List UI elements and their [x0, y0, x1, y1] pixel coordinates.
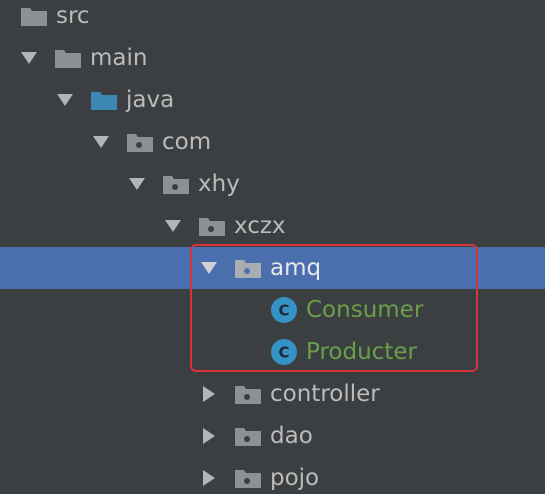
- tree-item-label: com: [162, 129, 212, 155]
- tree-row-consumer[interactable]: C Consumer: [0, 289, 545, 331]
- folder-icon: [54, 37, 82, 79]
- tree-row-producter[interactable]: C Producter: [0, 331, 545, 373]
- class-icon-letter: C: [278, 302, 289, 320]
- tree-item-label: amq: [270, 255, 322, 281]
- package-icon: [234, 457, 262, 494]
- tree-row-dao[interactable]: dao: [0, 415, 545, 457]
- collapsed-arrow-icon[interactable]: [198, 457, 220, 494]
- package-icon: [234, 247, 262, 289]
- expanded-arrow-icon[interactable]: [198, 247, 220, 289]
- folder-icon: [20, 0, 48, 37]
- package-icon: [198, 205, 226, 247]
- tree-row-java[interactable]: java: [0, 79, 545, 121]
- expanded-arrow-icon[interactable]: [162, 205, 184, 247]
- tree-item-label: java: [126, 87, 175, 113]
- tree-row-xhy[interactable]: xhy: [0, 163, 545, 205]
- tree-item-label: pojo: [270, 465, 320, 491]
- package-icon: [234, 373, 262, 415]
- expanded-arrow-icon[interactable]: [90, 121, 112, 163]
- tree-item-label: xhy: [198, 171, 240, 197]
- java-class-icon: C: [270, 331, 298, 373]
- class-icon-letter: C: [278, 344, 289, 362]
- tree-row-com[interactable]: com: [0, 121, 545, 163]
- source-root-folder-icon: [90, 79, 118, 121]
- expanded-arrow-icon[interactable]: [18, 37, 40, 79]
- tree-row-controller[interactable]: controller: [0, 373, 545, 415]
- tree-row-main[interactable]: main: [0, 37, 545, 79]
- tree-item-label: Consumer: [306, 297, 424, 323]
- java-class-icon: C: [270, 289, 298, 331]
- tree-row-amq[interactable]: amq: [0, 247, 545, 289]
- tree-row-xczx[interactable]: xczx: [0, 205, 545, 247]
- collapsed-arrow-icon[interactable]: [198, 373, 220, 415]
- collapsed-arrow-icon[interactable]: [198, 415, 220, 457]
- package-icon: [234, 415, 262, 457]
- tree-row-src[interactable]: src: [0, 0, 545, 37]
- tree-row-pojo[interactable]: pojo: [0, 457, 545, 494]
- tree-item-label: src: [56, 3, 90, 29]
- package-icon: [162, 163, 190, 205]
- tree-item-label: xczx: [234, 213, 286, 239]
- package-icon: [126, 121, 154, 163]
- expanded-arrow-icon[interactable]: [126, 163, 148, 205]
- expanded-arrow-icon[interactable]: [54, 79, 76, 121]
- project-tree: src main java com xhy xczx amq C Consume…: [0, 0, 545, 494]
- tree-item-label: main: [90, 45, 148, 71]
- tree-item-label: dao: [270, 423, 313, 449]
- tree-item-label: controller: [270, 381, 380, 407]
- tree-item-label: Producter: [306, 339, 417, 365]
